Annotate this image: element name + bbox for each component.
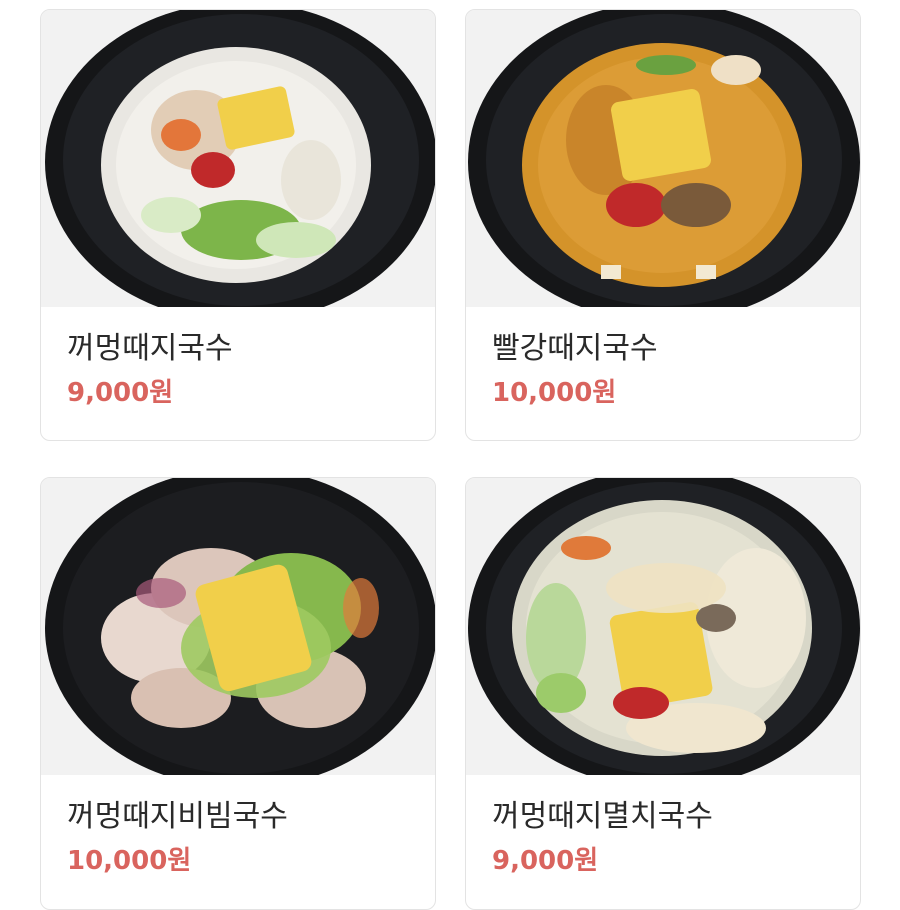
menu-item-card[interactable]: 꺼멍때지국수 9,000원 bbox=[40, 9, 436, 441]
menu-item-name: 빨강때지국수 bbox=[492, 331, 658, 366]
menu-grid: 꺼멍때지국수 9,000원 빨강때지국수 10,000원 꺼멍때지비빔국수 10… bbox=[0, 0, 900, 910]
menu-item-price: 9,000원 bbox=[67, 378, 174, 408]
menu-item-name: 꺼멍때지비빔국수 bbox=[67, 799, 288, 834]
white-broth-noodle-bowl-icon bbox=[41, 10, 435, 307]
menu-item-price: 9,000원 bbox=[492, 846, 599, 876]
menu-item-card[interactable]: 꺼멍때지멸치국수 9,000원 bbox=[465, 477, 861, 910]
menu-item-photo[interactable] bbox=[466, 478, 860, 775]
menu-item-card[interactable]: 꺼멍때지비빔국수 10,000원 bbox=[40, 477, 436, 910]
menu-item-price: 10,000원 bbox=[492, 378, 617, 408]
menu-item-price: 10,000원 bbox=[67, 846, 192, 876]
menu-item-photo[interactable] bbox=[466, 10, 860, 307]
spicy-red-broth-noodle-bowl-icon bbox=[466, 10, 860, 307]
menu-item-name: 꺼멍때지멸치국수 bbox=[492, 799, 713, 834]
bibim-noodle-bowl-icon bbox=[41, 478, 435, 775]
menu-item-name: 꺼멍때지국수 bbox=[67, 331, 233, 366]
menu-item-card[interactable]: 빨강때지국수 10,000원 bbox=[465, 9, 861, 441]
menu-item-photo[interactable] bbox=[41, 478, 435, 775]
anchovy-broth-noodle-bowl-icon bbox=[466, 478, 860, 775]
menu-item-photo[interactable] bbox=[41, 10, 435, 307]
